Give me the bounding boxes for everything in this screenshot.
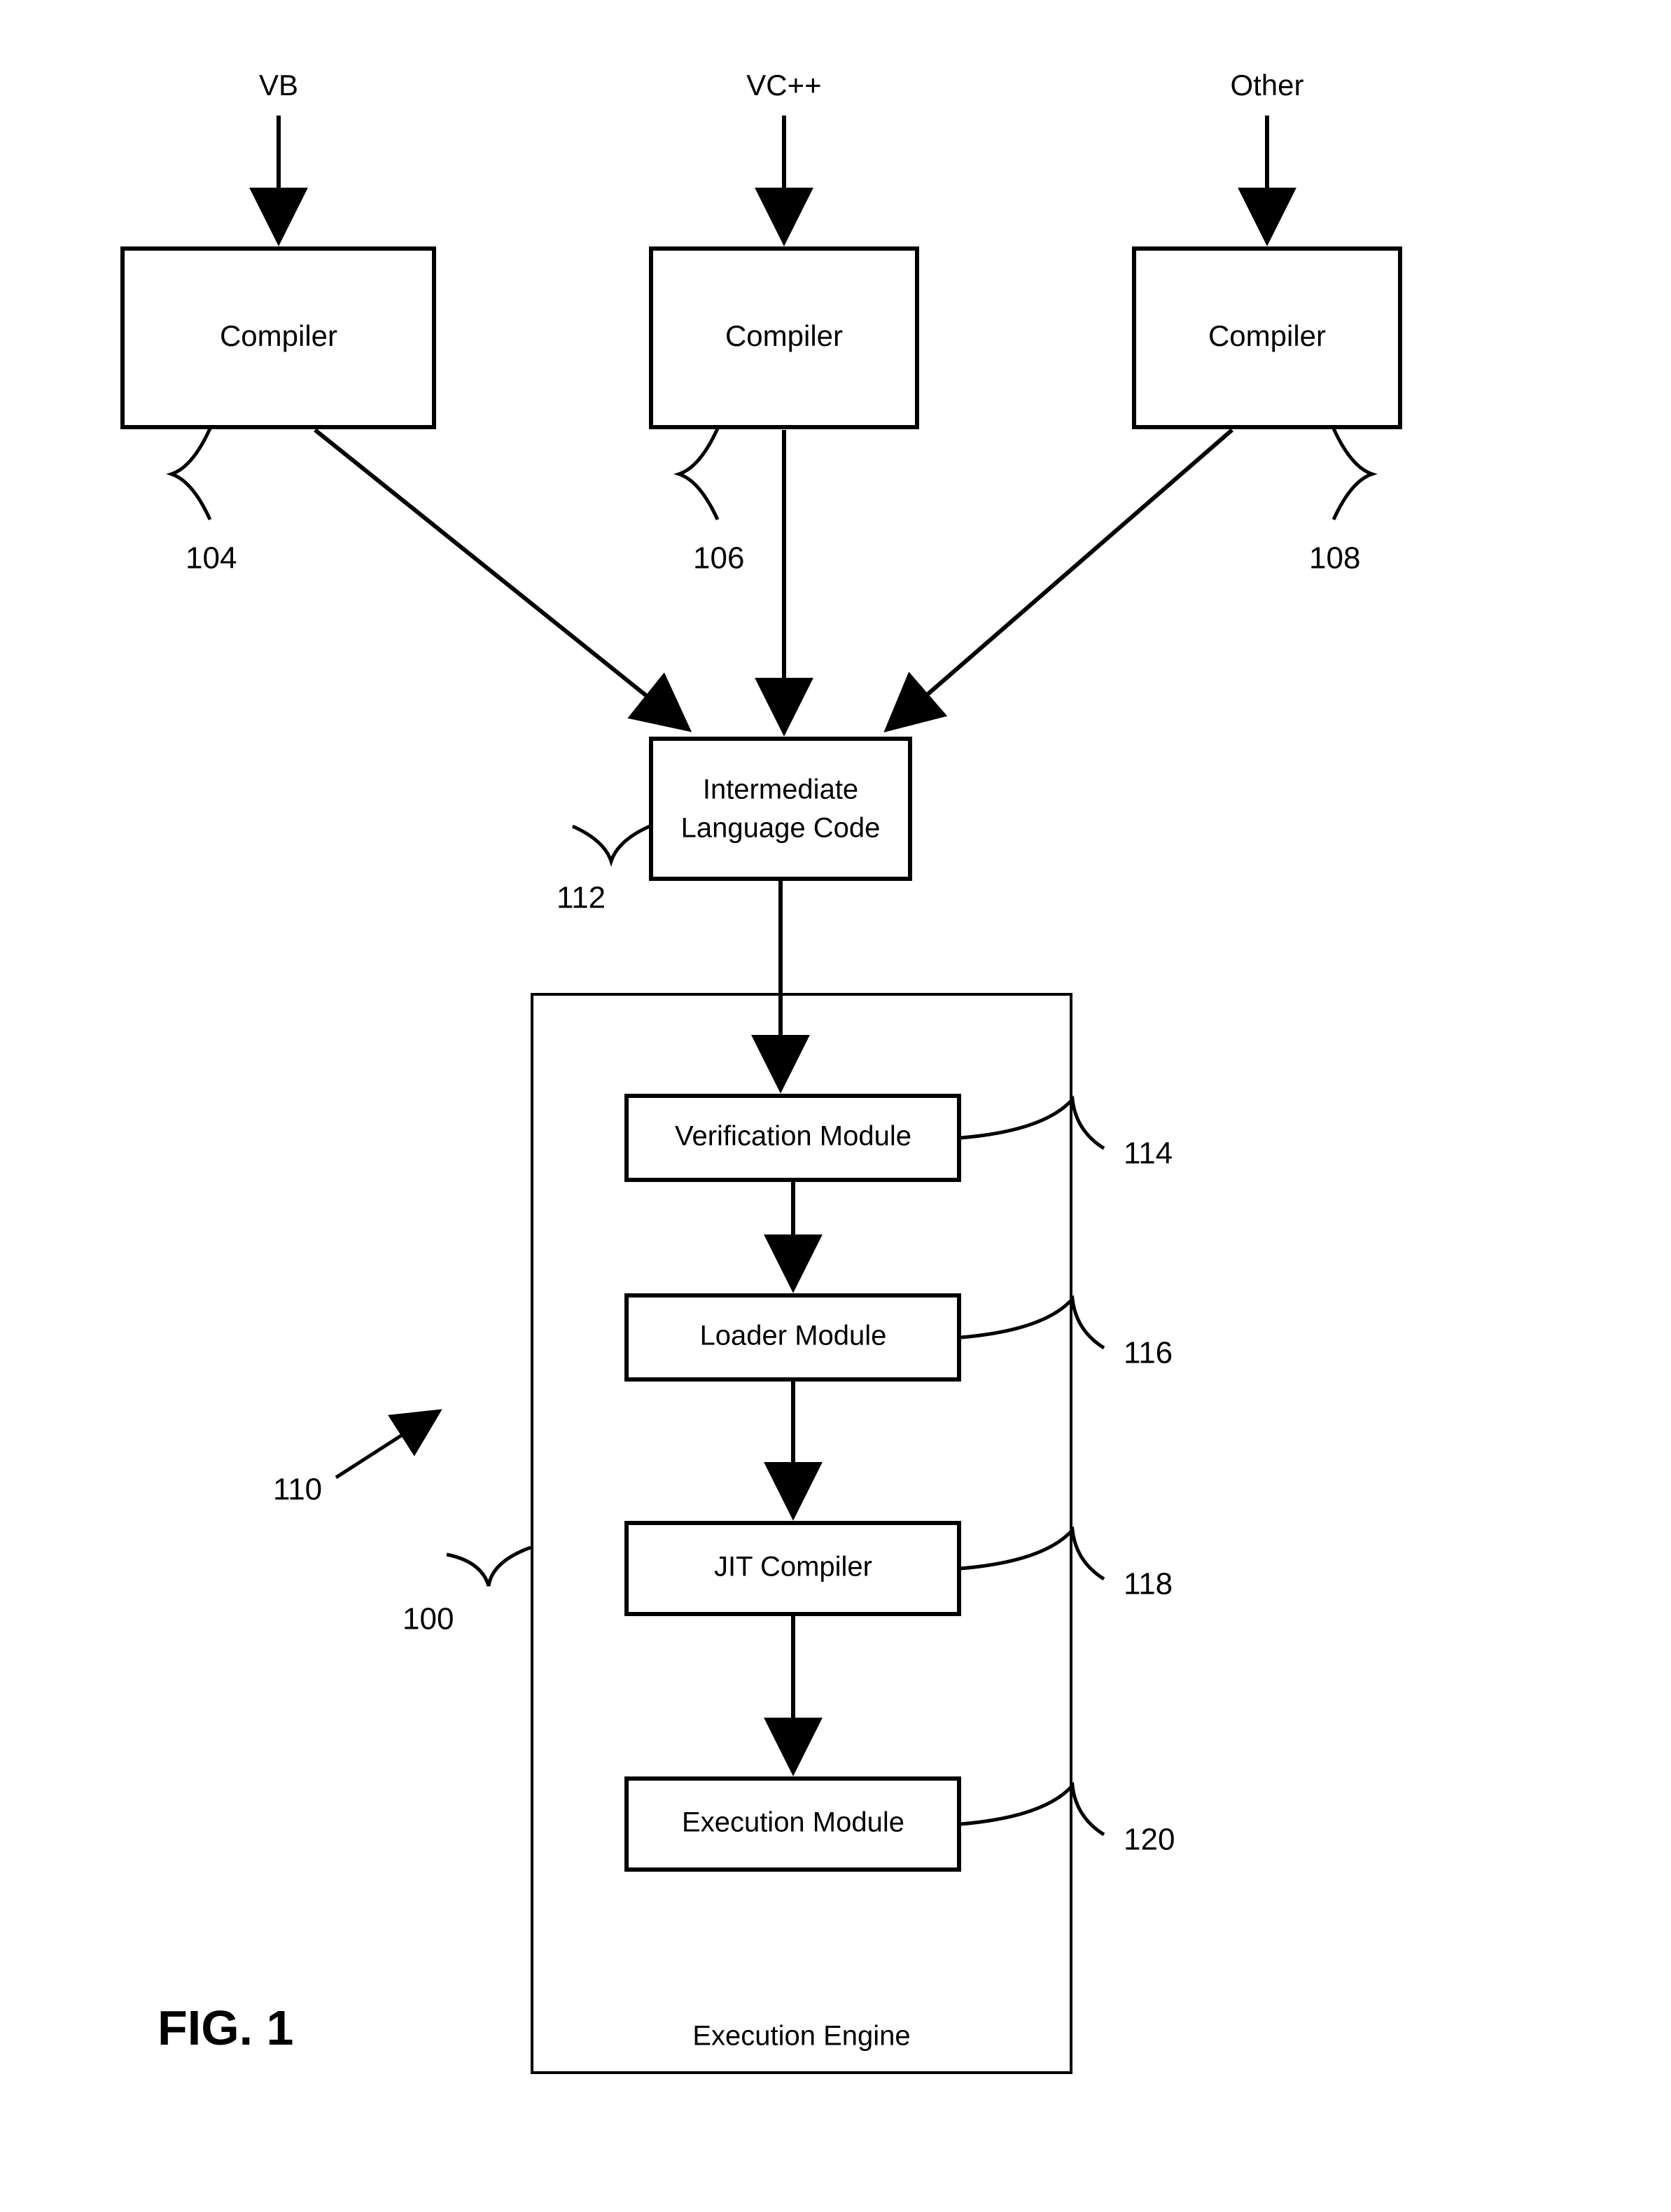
verify-label: Verification Module [675, 1121, 911, 1152]
callout-compiler-c [1334, 429, 1372, 520]
callout-100 [447, 1547, 531, 1586]
compiler-c-label: Compiler [1208, 319, 1326, 352]
verify-box: Verification Module [627, 1096, 959, 1180]
input-label-other: Other [1230, 69, 1303, 102]
ref-compiler-a: 104 [186, 541, 237, 576]
jit-box: JIT Compiler [627, 1523, 959, 1614]
ilc-line1: Intermediate [703, 774, 858, 805]
ref-engine-outer: 110 [273, 1473, 322, 1507]
exec-label: Execution Module [682, 1807, 904, 1838]
compiler-b-label: Compiler [725, 319, 843, 352]
compiler-b-box: Compiler [651, 249, 917, 427]
execution-engine-label: Execution Engine [692, 2021, 910, 2052]
compiler-c-box: Compiler [1134, 249, 1400, 427]
compiler-a-box: Compiler [123, 249, 434, 427]
ref-ilc: 112 [557, 881, 606, 915]
arrow-c-to-ilc [893, 430, 1232, 725]
arrow-a-to-ilc [315, 430, 683, 725]
ref-jit: 118 [1124, 1567, 1173, 1601]
exec-box: Execution Module [627, 1779, 959, 1870]
callout-loader [960, 1299, 1104, 1348]
figure-label: FIG. 1 [158, 2001, 293, 2055]
ref-compiler-b: 106 [693, 541, 744, 576]
ref-exec: 120 [1124, 1823, 1175, 1857]
ref-loader: 116 [1124, 1336, 1173, 1370]
ilc-line2: Language Code [681, 813, 881, 844]
jit-label: JIT Compiler [714, 1552, 872, 1583]
input-label-vb: VB [259, 69, 298, 102]
ref-engine-inner: 100 [403, 1602, 454, 1636]
ref-compiler-c: 108 [1309, 541, 1360, 576]
callout-compiler-b [679, 429, 718, 520]
callout-exec [960, 1786, 1104, 1835]
diagram-canvas: VB VC++ Other Compiler Compiler Compiler… [0, 0, 1671, 2212]
callout-jit [960, 1530, 1104, 1579]
loader-label: Loader Module [700, 1321, 887, 1351]
compiler-a-label: Compiler [220, 319, 337, 352]
callout-compiler-a [172, 429, 210, 520]
input-label-vcpp: VC++ [746, 69, 821, 102]
callout-110-arrow [336, 1414, 434, 1477]
loader-box: Loader Module [627, 1295, 959, 1379]
ref-verify: 114 [1124, 1136, 1173, 1171]
callout-verify [960, 1099, 1104, 1148]
ilc-box: Intermediate Language Code [651, 739, 910, 879]
callout-ilc [573, 826, 650, 861]
